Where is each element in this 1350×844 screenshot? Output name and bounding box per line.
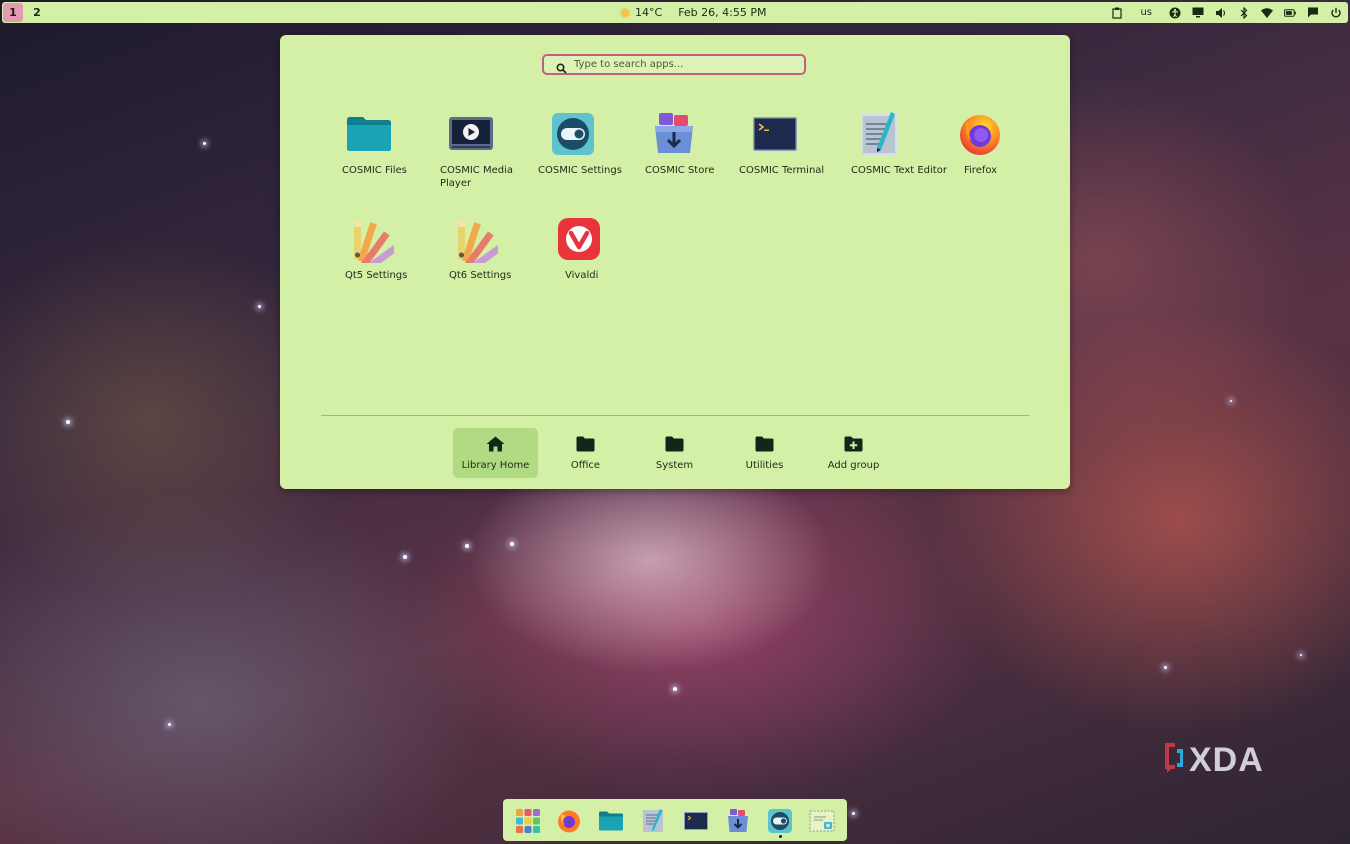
- background-star: [673, 687, 677, 691]
- notifications-icon[interactable]: [1307, 7, 1319, 19]
- dock: [503, 799, 847, 841]
- qt-palette-icon: [450, 215, 504, 281]
- clock-weather-applet[interactable]: 14°C Feb 26, 4:55 PM: [621, 2, 766, 23]
- launcher-divider: [321, 415, 1029, 416]
- store-icon[interactable]: [725, 808, 751, 834]
- app-label: Vivaldi: [565, 270, 599, 281]
- group-label: System: [655, 460, 694, 471]
- folder-icon: [576, 436, 595, 452]
- text-editor-icon: [855, 110, 903, 158]
- files-icon[interactable]: [598, 808, 624, 834]
- search-icon: [556, 59, 567, 78]
- background-star: [1300, 654, 1302, 656]
- group-office[interactable]: Office: [543, 428, 628, 478]
- folder-icon: [345, 110, 393, 158]
- group-label: Library Home: [461, 460, 530, 471]
- app-label: Qt5 Settings: [345, 270, 408, 281]
- app-label: COSMIC Settings: [538, 165, 622, 176]
- xda-watermark: XDA: [1163, 741, 1264, 780]
- background-star: [403, 555, 407, 559]
- bluetooth-icon[interactable]: [1238, 6, 1250, 19]
- folder-icon: [665, 436, 684, 452]
- group-system[interactable]: System: [632, 428, 717, 478]
- firefox-icon: [956, 110, 1004, 158]
- app-label: COSMIC Text Editor: [851, 165, 947, 176]
- workspace-button-2[interactable]: 2: [27, 3, 47, 22]
- app-label: COSMIC Media Player: [440, 165, 513, 189]
- running-indicator: [779, 835, 782, 838]
- background-star: [203, 142, 206, 145]
- app-label: COSMIC Store: [645, 165, 715, 176]
- wifi-icon[interactable]: [1261, 7, 1273, 19]
- store-icon: [650, 110, 698, 158]
- app-library-window: Type to search apps... COSMIC Files COSM…: [280, 35, 1070, 489]
- qt-palette-icon: [346, 215, 400, 281]
- date-time: Feb 26, 4:55 PM: [678, 6, 767, 19]
- add-folder-icon: [844, 436, 863, 452]
- clipboard-icon[interactable]: [1111, 7, 1123, 19]
- settings-toggle-icon: [549, 110, 597, 158]
- background-star: [510, 542, 514, 546]
- group-label: Utilities: [745, 460, 784, 471]
- group-utilities[interactable]: Utilities: [722, 428, 807, 478]
- settings-icon[interactable]: [767, 808, 793, 834]
- group-library-home[interactable]: Library Home: [453, 428, 538, 478]
- weather-temperature: 14°C: [635, 6, 663, 19]
- background-star: [1164, 666, 1167, 669]
- volume-icon[interactable]: [1215, 7, 1227, 19]
- accessibility-icon[interactable]: [1169, 7, 1181, 19]
- keyboard-layout[interactable]: us: [1140, 7, 1152, 18]
- workspace-button-1[interactable]: 1: [3, 3, 23, 22]
- background-star: [465, 544, 469, 548]
- terminal-icon[interactable]: [683, 808, 709, 834]
- group-label: Add group: [827, 460, 880, 471]
- add-group-button[interactable]: Add group: [811, 428, 896, 478]
- app-label: COSMIC Terminal: [739, 165, 825, 176]
- text-editor-icon[interactable]: [640, 808, 666, 834]
- background-star: [66, 420, 70, 424]
- media-player-icon: [447, 110, 495, 158]
- firefox-icon[interactable]: [556, 808, 582, 834]
- vivaldi-icon: [555, 215, 603, 263]
- battery-icon[interactable]: [1284, 7, 1296, 19]
- background-star: [1230, 400, 1232, 402]
- search-input[interactable]: Type to search apps...: [542, 54, 806, 75]
- power-icon[interactable]: [1330, 7, 1342, 19]
- display-icon[interactable]: [1192, 7, 1204, 19]
- terminal-icon: [751, 110, 799, 158]
- sun-icon: [621, 8, 629, 17]
- top-panel: 1 2 14°C Feb 26, 4:55 PM us: [2, 2, 1348, 23]
- xda-logo-icon: [1165, 743, 1183, 773]
- background-star: [258, 305, 261, 308]
- system-tray: us: [1111, 2, 1342, 23]
- search-placeholder: Type to search apps...: [574, 59, 684, 70]
- app-label: Firefox: [964, 165, 998, 176]
- home-icon: [486, 436, 505, 452]
- app-library-icon[interactable]: [515, 808, 541, 834]
- background-star: [852, 812, 855, 815]
- app-label: Qt6 Settings: [449, 270, 512, 281]
- background-star: [168, 723, 171, 726]
- folder-icon: [755, 436, 774, 452]
- group-label: Office: [570, 460, 601, 471]
- xda-watermark-text: XDA: [1189, 741, 1264, 779]
- app-label: COSMIC Files: [342, 165, 407, 176]
- screenshot-icon[interactable]: [809, 808, 835, 834]
